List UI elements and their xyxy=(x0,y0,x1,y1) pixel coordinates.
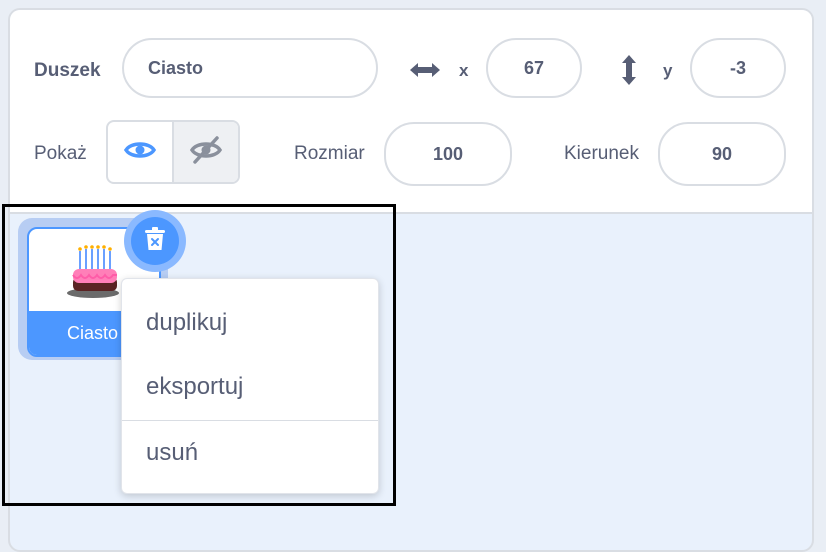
direction-label: Kierunek xyxy=(564,143,639,164)
sprite-label: Duszek xyxy=(34,60,101,81)
context-menu: duplikuj eksportuj usuń xyxy=(121,278,379,494)
sprite-item-label: Ciasto xyxy=(67,322,119,343)
hide-button[interactable] xyxy=(172,122,238,182)
x-position-input[interactable]: 67 xyxy=(486,38,582,98)
eye-icon xyxy=(123,139,157,166)
vertical-arrows-icon xyxy=(618,52,640,88)
eye-slash-icon xyxy=(189,135,223,169)
delete-sprite-button[interactable] xyxy=(124,210,186,272)
y-position-input[interactable]: -3 xyxy=(690,38,786,98)
visibility-toggle xyxy=(106,120,240,184)
show-label: Pokaż xyxy=(34,143,87,164)
direction-input[interactable]: 90 xyxy=(658,122,786,186)
menu-item-label: usuń xyxy=(146,439,199,466)
y-label: y xyxy=(663,61,673,80)
size-input[interactable]: 100 xyxy=(384,122,512,186)
menu-item-export[interactable]: eksportuj xyxy=(122,355,378,419)
show-button[interactable] xyxy=(108,122,172,182)
menu-item-delete[interactable]: usuń xyxy=(122,421,378,485)
menu-item-duplicate[interactable]: duplikuj xyxy=(122,291,378,355)
menu-item-label: eksportuj xyxy=(146,373,244,400)
size-label: Rozmiar xyxy=(294,143,365,164)
sprite-info-panel: Duszek Ciasto x 67 y -3 Pokaż Rozmiar 10… xyxy=(10,10,812,214)
menu-item-label: duplikuj xyxy=(146,309,228,336)
delete-button-core xyxy=(131,217,179,265)
horizontal-arrows-icon xyxy=(408,56,442,84)
trash-icon xyxy=(143,226,167,257)
sprite-name-input[interactable]: Ciasto xyxy=(122,38,378,98)
cake-icon xyxy=(65,243,125,306)
x-label: x xyxy=(459,61,469,80)
